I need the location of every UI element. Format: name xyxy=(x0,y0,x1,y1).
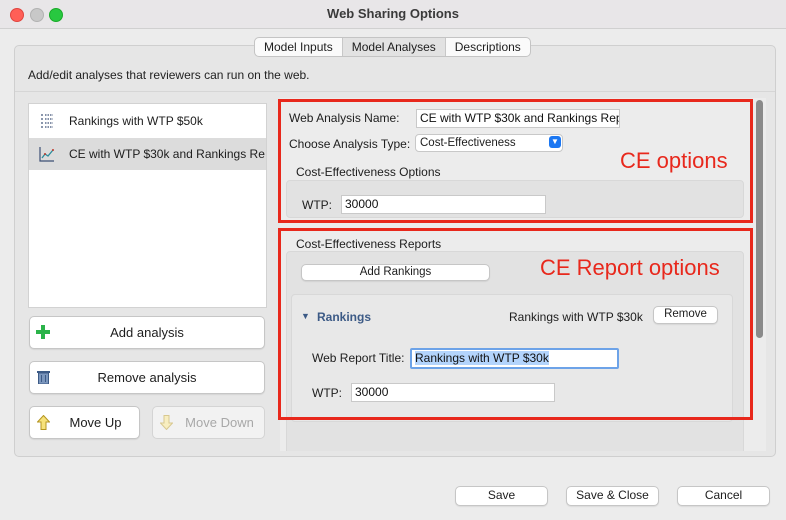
tab-model-analyses[interactable]: Model Analyses xyxy=(342,38,446,56)
list-item[interactable]: CE with WTP $30k and Rankings Report xyxy=(29,138,266,170)
ce-report-options-annotation: CE Report options xyxy=(540,255,720,280)
list-item-label: Rankings with WTP $50k xyxy=(69,114,203,128)
move-up-button[interactable]: Move Up xyxy=(29,406,140,439)
arrow-down-icon xyxy=(160,415,173,430)
rankings-list-icon xyxy=(41,114,53,128)
line-chart-icon xyxy=(39,147,54,162)
remove-analysis-button[interactable]: Remove analysis xyxy=(29,361,265,394)
list-item-label: CE with WTP $30k and Rankings Report xyxy=(69,147,265,161)
save-and-close-button[interactable]: Save & Close xyxy=(566,486,659,506)
ce-options-annotation: CE options xyxy=(620,148,728,173)
add-analysis-button[interactable]: Add analysis xyxy=(29,316,265,349)
window-title: Web Sharing Options xyxy=(327,6,459,21)
cancel-button[interactable]: Cancel xyxy=(677,486,770,506)
save-button[interactable]: Save xyxy=(455,486,548,506)
divider xyxy=(15,91,775,92)
analyses-list[interactable]: Rankings with WTP $50k CE with WTP $30k … xyxy=(28,103,267,308)
tab-description: Add/edit analyses that reviewers can run… xyxy=(28,68,310,82)
scrollbar-thumb[interactable] xyxy=(756,100,763,338)
tab-model-inputs[interactable]: Model Inputs xyxy=(255,38,343,56)
tab-descriptions[interactable]: Descriptions xyxy=(446,38,530,56)
move-down-button[interactable]: Move Down xyxy=(152,406,265,439)
arrow-up-icon xyxy=(37,415,50,430)
tab-bar: Model Inputs Model Analyses Descriptions xyxy=(254,37,531,57)
list-item[interactable]: Rankings with WTP $50k xyxy=(29,105,266,137)
